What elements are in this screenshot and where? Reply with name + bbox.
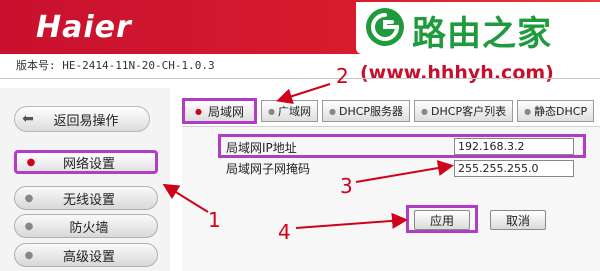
settings-tabs: ● 局域网 ● 广域网 ● DHCP服务器 ● DHCP客户列表 ● 静态DHC…: [182, 98, 598, 124]
tab-lan[interactable]: ● 局域网: [182, 98, 257, 124]
back-button-label: 返回易操作: [53, 113, 119, 129]
bullet-icon: ●: [328, 106, 336, 116]
bullet-icon: ●: [24, 249, 34, 261]
bullet-icon: ●: [421, 106, 429, 116]
brand-text: 路由之家: [412, 14, 552, 54]
lan-subnet-mask-label: 局域网子网掩码: [226, 162, 311, 176]
step-number-2: 2: [336, 64, 349, 88]
sidebar-item-network-settings[interactable]: ● 网络设置: [14, 150, 158, 174]
bullet-icon: ●: [24, 192, 34, 204]
sidebar-item-firewall[interactable]: ● 防火墙: [14, 214, 158, 238]
divider: [0, 78, 600, 79]
step-number-3: 3: [340, 174, 353, 198]
tab-label: 广域网: [277, 105, 311, 118]
tab-static-dhcp[interactable]: ● 静态DHCP: [517, 100, 595, 122]
tab-dhcp-server[interactable]: ● DHCP服务器: [321, 100, 411, 122]
lan-ip-label: 局域网IP地址: [226, 141, 297, 155]
step-number-1: 1: [208, 208, 221, 232]
tab-label: 局域网: [207, 104, 244, 119]
bullet-icon: ●: [195, 106, 202, 116]
step-number-4: 4: [278, 220, 291, 244]
apply-button[interactable]: 应用: [414, 210, 470, 230]
tab-label: DHCP客户列表: [431, 105, 507, 118]
lan-subnet-mask-input[interactable]: [454, 160, 574, 177]
sidebar-item-label: 高级设置: [62, 249, 115, 265]
haier-logo: Haier: [36, 10, 132, 45]
bullet-icon: ●: [268, 106, 275, 116]
router-home-logo-icon: [366, 8, 404, 46]
sidebar-item-label: 网络设置: [62, 156, 115, 172]
sidebar-item-label: 无线设置: [62, 192, 115, 208]
firmware-version: 版本号: HE-2414-11N-20-CH-1.0.3: [16, 59, 215, 72]
sidebar-item-wireless-settings[interactable]: ● 无线设置: [14, 186, 158, 210]
back-to-easy-setup-button[interactable]: ⬅ 返回易操作: [14, 106, 150, 132]
bullet-icon: ●: [26, 156, 36, 168]
cancel-button[interactable]: 取消: [490, 210, 546, 230]
back-arrow-icon: ⬅: [22, 111, 34, 127]
lan-ip-input[interactable]: [454, 138, 574, 155]
tab-label: 静态DHCP: [534, 105, 588, 118]
arrow-step-2: [276, 83, 331, 104]
sidebar-item-advanced-settings[interactable]: ● 高级设置: [14, 243, 158, 267]
tab-label: DHCP服务器: [338, 105, 404, 118]
tab-dhcp-client-list[interactable]: ● DHCP客户列表: [414, 100, 514, 122]
bullet-icon: ●: [524, 106, 532, 116]
tab-wan[interactable]: ● 广域网: [261, 100, 318, 122]
site-url-watermark: (www.hhhyh.com): [360, 62, 554, 84]
bullet-icon: ●: [24, 220, 34, 232]
sidebar-item-label: 防火墙: [69, 220, 109, 236]
